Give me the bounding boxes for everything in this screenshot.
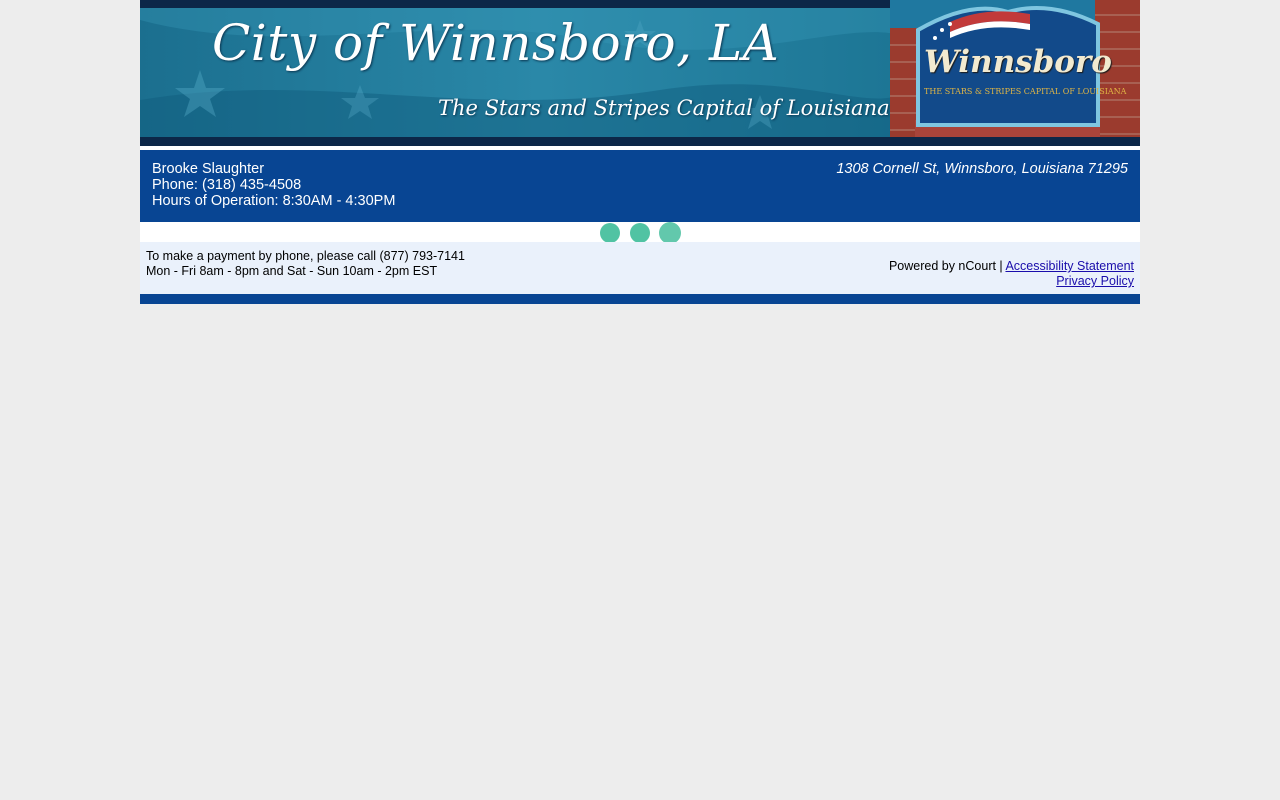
payment-hours-text: Mon - Fri 8am - 8pm and Sat - Sun 10am -… xyxy=(146,264,438,278)
privacy-policy-link[interactable]: Privacy Policy xyxy=(1056,274,1134,288)
court-address: 1308 Cornell St, Winnsboro, Louisiana 71… xyxy=(836,161,1128,177)
court-info-bar: Brooke Slaughter Phone: (318) 435-4508 H… xyxy=(140,150,1140,222)
loading-indicator xyxy=(140,222,1140,244)
accessibility-statement-link[interactable]: Accessibility Statement xyxy=(1005,259,1134,273)
contact-info: Brooke Slaughter Phone: (318) 435-4508 H… xyxy=(152,161,395,209)
city-tagline: The Stars and Stripes Capital of Louisia… xyxy=(438,96,890,120)
loading-dot-1 xyxy=(600,223,620,243)
banner-bottom-band xyxy=(140,137,1140,146)
loading-dot-2 xyxy=(630,223,650,243)
city-title: City of Winnsboro, LA xyxy=(212,14,780,72)
payment-phone-text: To make a payment by phone, please call … xyxy=(146,249,465,263)
page-container: City of Winnsboro, LA The Stars and Stri… xyxy=(140,0,1140,304)
sign-subtext: THE STARS & STRIPES CAPITAL OF LOUISIANA xyxy=(924,87,1127,96)
loading-dot-3 xyxy=(659,222,681,244)
powered-by-text: Powered by nCourt | xyxy=(888,259,1006,273)
contact-name: Brooke Slaughter xyxy=(152,161,265,177)
footer-links: Powered by nCourt | Accessibility Statem… xyxy=(889,259,1134,289)
payment-info: To make a payment by phone, please call … xyxy=(146,249,465,279)
footer-bottom-bar xyxy=(140,294,1140,304)
contact-phone: Phone: (318) 435-4508 xyxy=(152,177,302,193)
hours-of-operation: Hours of Operation: 8:30AM - 4:30PM xyxy=(152,193,396,209)
sign-text: Winnsboro xyxy=(924,44,1112,80)
header-banner: City of Winnsboro, LA The Stars and Stri… xyxy=(140,0,1140,146)
footer: To make a payment by phone, please call … xyxy=(140,242,1140,294)
